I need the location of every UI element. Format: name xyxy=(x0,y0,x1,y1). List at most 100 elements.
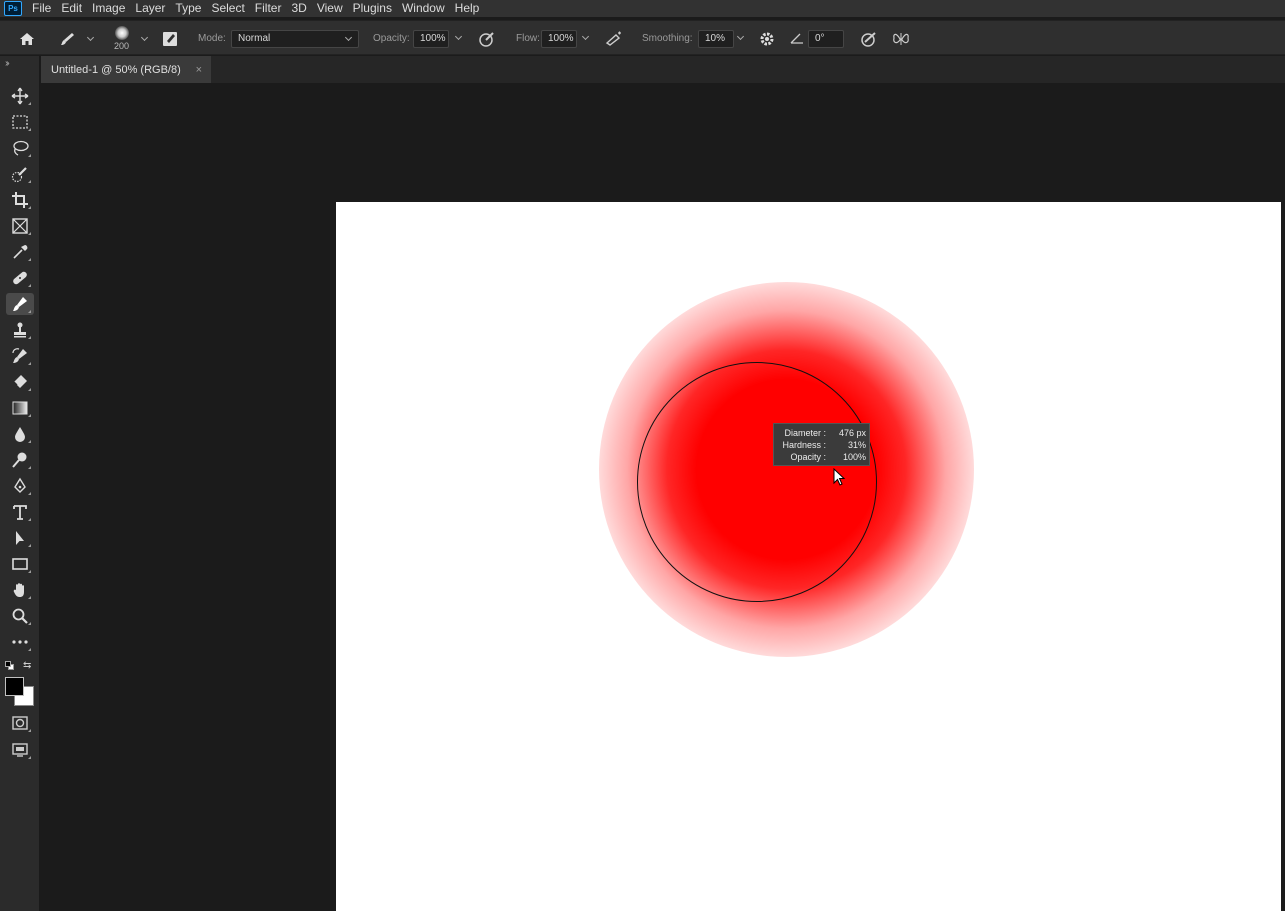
collapse-panel-icon[interactable]: ›› xyxy=(5,58,9,69)
hud-opacity-row: Opacity : 100% xyxy=(774,451,869,463)
gradient-icon xyxy=(12,401,28,415)
stamp-icon xyxy=(14,322,26,338)
history-brush-tool-button[interactable] xyxy=(6,345,34,367)
brush-settings-panel-toggle[interactable] xyxy=(161,21,179,56)
hand-tool-button[interactable] xyxy=(6,579,34,601)
path-selection-tool-button[interactable] xyxy=(6,527,34,549)
flow-dropdown-chevron-icon[interactable] xyxy=(581,32,590,41)
rectangle-tool-button[interactable] xyxy=(6,553,34,575)
home-icon xyxy=(20,32,34,45)
move-tool-button[interactable] xyxy=(6,85,34,107)
menu-view[interactable]: View xyxy=(312,0,348,17)
edit-toolbar-button[interactable] xyxy=(6,631,34,653)
brush-icon xyxy=(13,297,27,311)
menu-window[interactable]: Window xyxy=(397,0,450,17)
marquee-tool-button[interactable] xyxy=(6,111,34,133)
pen-tool-button[interactable] xyxy=(6,475,34,497)
eyedropper-tool-button[interactable] xyxy=(6,241,34,263)
symmetry-button[interactable] xyxy=(892,21,910,56)
default-colors-icon[interactable] xyxy=(5,661,14,670)
angle-icon xyxy=(790,33,803,44)
flow-input[interactable]: 100% xyxy=(541,29,577,48)
mode-value: Normal xyxy=(238,33,271,44)
healing-brush-tool-button[interactable] xyxy=(6,267,34,289)
menu-filter[interactable]: Filter xyxy=(250,0,287,17)
hud-opacity-label: Opacity : xyxy=(790,452,826,462)
hud-hardness-row: Hardness : 31% xyxy=(774,439,869,451)
quick-selection-icon xyxy=(11,167,27,183)
quick-mask-button[interactable] xyxy=(6,712,34,734)
screen-mode-button[interactable] xyxy=(6,739,34,761)
crop-icon xyxy=(12,192,28,208)
brush-tool-preset-icon xyxy=(61,32,74,45)
menu-3d[interactable]: 3D xyxy=(286,0,311,17)
document-tab-bar: Untitled-1 @ 50% (RGB/8) × xyxy=(41,56,1285,83)
smoothing-label: Smoothing: xyxy=(642,33,693,44)
menu-layer[interactable]: Layer xyxy=(130,0,170,17)
document-canvas[interactable]: Diameter : 476 px Hardness : 31% Opacity… xyxy=(336,202,1281,911)
brush-settings-icon xyxy=(163,31,177,46)
eraser-tool-button[interactable] xyxy=(6,371,34,393)
menu-type[interactable]: Type xyxy=(170,0,206,17)
menu-plugins[interactable]: Plugins xyxy=(348,0,397,17)
close-icon[interactable]: × xyxy=(196,64,202,76)
brush-tool-button[interactable] xyxy=(6,293,34,315)
hud-diameter-row: Diameter : 476 px xyxy=(774,427,869,439)
brush-tip-preview-icon xyxy=(114,26,129,40)
tools-panel: ›› ⇆ xyxy=(0,56,40,911)
gradient-tool-button[interactable] xyxy=(6,397,34,419)
dodge-icon xyxy=(12,452,27,468)
menu-edit[interactable]: Edit xyxy=(56,0,87,17)
arrow-pointer-icon xyxy=(16,531,24,545)
dodge-tool-button[interactable] xyxy=(6,449,34,471)
brush-picker[interactable]: 200 xyxy=(114,21,129,56)
move-icon xyxy=(11,87,29,105)
photoshop-logo-icon[interactable]: Ps xyxy=(4,1,22,16)
brush-size-label: 200 xyxy=(114,41,130,51)
frame-tool-button[interactable] xyxy=(6,215,34,237)
airbrush-button[interactable] xyxy=(604,21,624,56)
smoothing-dropdown-chevron-icon[interactable] xyxy=(736,32,745,41)
foreground-color-swatch[interactable] xyxy=(5,677,24,696)
type-icon xyxy=(13,505,27,520)
angle-input[interactable]: 0° xyxy=(808,29,844,48)
quick-selection-tool-button[interactable] xyxy=(6,163,34,185)
opacity-input[interactable]: 100% xyxy=(413,29,449,48)
menu-help[interactable]: Help xyxy=(450,0,485,17)
home-button[interactable] xyxy=(18,21,36,56)
mode-label: Mode: xyxy=(198,33,226,44)
zoom-tool-button[interactable] xyxy=(6,605,34,627)
more-dots-icon xyxy=(12,640,28,644)
menu-file[interactable]: File xyxy=(27,0,56,17)
pressure-opacity-icon xyxy=(479,31,494,47)
menu-select[interactable]: Select xyxy=(206,0,249,17)
menu-image[interactable]: Image xyxy=(87,0,130,17)
mode-select[interactable]: Normal xyxy=(231,29,359,48)
pressure-size-icon xyxy=(861,31,876,47)
opacity-label: Opacity: xyxy=(373,33,410,44)
butterfly-symmetry-icon xyxy=(893,32,909,45)
clone-stamp-tool-button[interactable] xyxy=(6,319,34,341)
eraser-icon xyxy=(13,375,27,388)
tool-preset-picker[interactable] xyxy=(58,21,95,56)
smoothing-options-button[interactable] xyxy=(758,21,776,56)
smoothing-input[interactable]: 10% xyxy=(698,29,734,48)
document-tab[interactable]: Untitled-1 @ 50% (RGB/8) × xyxy=(41,56,211,83)
type-tool-button[interactable] xyxy=(6,501,34,523)
quick-mask-icon xyxy=(12,716,28,730)
pressure-size-button[interactable] xyxy=(860,21,878,56)
frame-icon xyxy=(12,218,28,234)
menu-bar: Ps File Edit Image Layer Type Select Fil… xyxy=(0,0,1285,17)
opacity-dropdown-chevron-icon[interactable] xyxy=(454,32,463,41)
hud-hardness-label: Hardness : xyxy=(782,440,826,450)
chevron-down-icon xyxy=(344,33,353,41)
blur-tool-button[interactable] xyxy=(6,423,34,445)
gear-icon xyxy=(760,32,774,45)
crop-tool-button[interactable] xyxy=(6,189,34,211)
swap-colors-icon[interactable]: ⇆ xyxy=(23,660,31,671)
lasso-tool-button[interactable] xyxy=(6,137,34,159)
chevron-down-icon[interactable] xyxy=(140,33,149,42)
pressure-opacity-button[interactable] xyxy=(478,21,496,56)
hud-hardness-value: 31% xyxy=(847,440,866,450)
lasso-icon xyxy=(13,140,29,156)
